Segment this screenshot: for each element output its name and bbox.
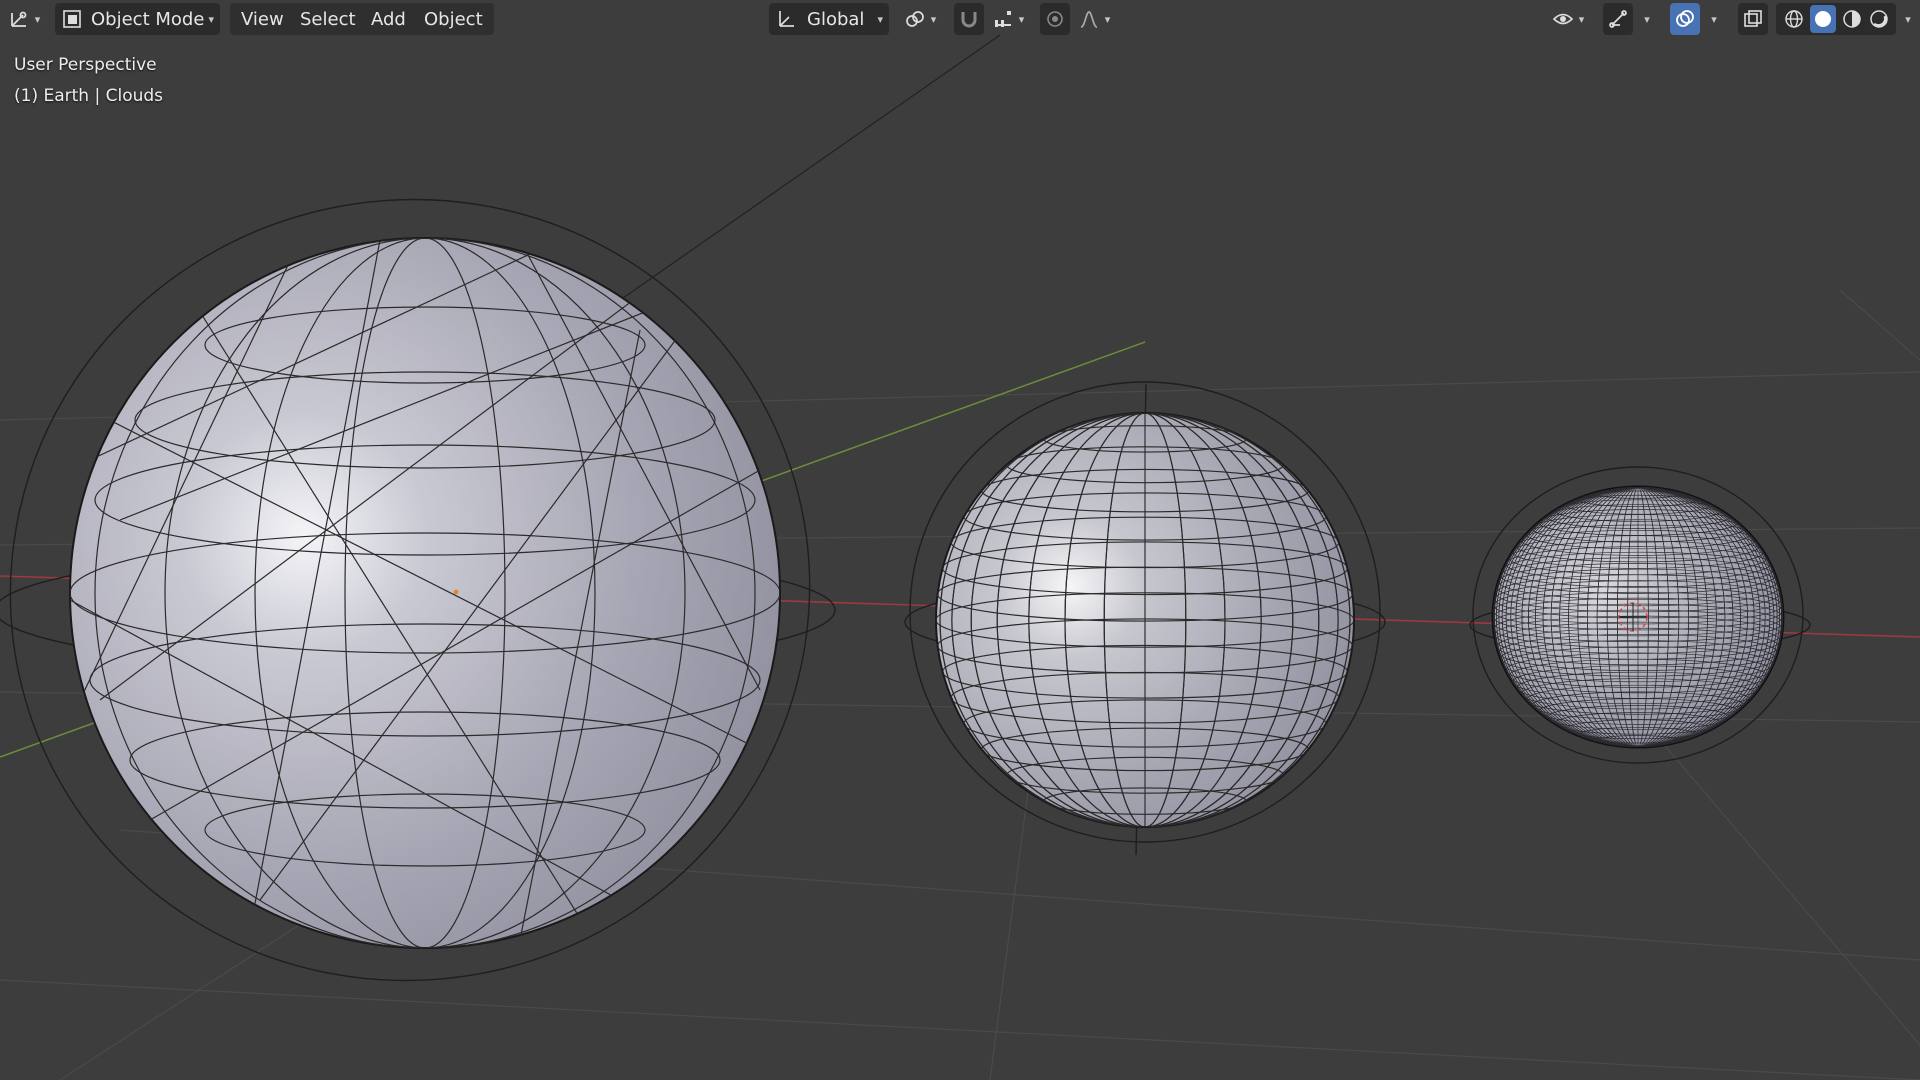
transform-orientation-icon bbox=[775, 8, 797, 30]
object-info: (1) Earth | Clouds bbox=[14, 86, 164, 106]
chevron-down-icon: ▾ bbox=[208, 12, 214, 26]
snap-magnet-icon bbox=[958, 8, 980, 30]
gizmo-icon bbox=[1607, 8, 1629, 30]
pivot-point-icon bbox=[904, 8, 926, 30]
editor-type-icon bbox=[8, 8, 30, 30]
mode-label: Object Mode bbox=[91, 8, 205, 30]
gizmo-dropdown[interactable]: ▾ bbox=[1636, 3, 1658, 35]
overlays-dropdown[interactable]: ▾ bbox=[1703, 3, 1725, 35]
viewport-scene[interactable] bbox=[0, 0, 1920, 1080]
chevron-down-icon: ▾ bbox=[1018, 12, 1025, 26]
viewport-info: User Perspective (1) Earth | Clouds bbox=[14, 50, 163, 112]
proportional-editing-toggle[interactable] bbox=[1040, 3, 1070, 35]
visibility-dropdown[interactable]: ▾ bbox=[1545, 3, 1591, 35]
eye-visibility-icon bbox=[1552, 8, 1574, 30]
sphere-large[interactable] bbox=[69, 237, 781, 950]
sphere-small[interactable] bbox=[1491, 485, 1785, 749]
editor-type-button[interactable]: ▾ bbox=[4, 3, 44, 35]
overlays-toggle[interactable] bbox=[1670, 3, 1700, 35]
overlays-icon bbox=[1674, 8, 1696, 30]
snap-increment-icon bbox=[992, 8, 1014, 30]
chevron-down-icon: ▾ bbox=[1905, 12, 1911, 26]
chevron-down-icon: ▾ bbox=[1711, 12, 1717, 26]
material-preview-shading-icon[interactable] bbox=[1841, 8, 1863, 30]
shading-dropdown[interactable]: ▾ bbox=[1898, 3, 1918, 35]
xray-toggle[interactable] bbox=[1738, 3, 1768, 35]
chevron-down-icon: ▾ bbox=[877, 12, 883, 26]
chevron-down-icon: ▾ bbox=[1104, 12, 1111, 26]
orientation-label: Global bbox=[807, 8, 865, 30]
mode-dropdown[interactable]: Object Mode ▾ bbox=[55, 3, 220, 35]
sphere-medium[interactable] bbox=[935, 412, 1355, 828]
light-direction-line bbox=[579, 34, 1001, 329]
pivot-point-dropdown[interactable]: ▾ bbox=[898, 3, 942, 35]
3d-viewport[interactable]: User Perspective (1) Earth | Clouds ▾ Ob… bbox=[0, 0, 1920, 1080]
solid-shading-icon[interactable] bbox=[1809, 5, 1836, 33]
falloff-curve-icon bbox=[1078, 8, 1100, 30]
menu-object[interactable]: Object bbox=[413, 3, 494, 35]
object-mode-icon bbox=[61, 8, 83, 30]
gizmo-toggle[interactable] bbox=[1603, 3, 1633, 35]
viewport-header: ▾ Object Mode ▾ View Select Add Object G… bbox=[0, 0, 1920, 38]
rendered-shading-icon[interactable] bbox=[1868, 8, 1890, 30]
proportional-editing-icon bbox=[1044, 8, 1066, 30]
chevron-down-icon: ▾ bbox=[1644, 12, 1650, 26]
menu-add[interactable]: Add bbox=[360, 3, 417, 35]
falloff-dropdown[interactable]: ▾ bbox=[1072, 3, 1116, 35]
xray-icon bbox=[1742, 8, 1764, 30]
chevron-down-icon: ▾ bbox=[930, 12, 937, 26]
shading-mode-group bbox=[1776, 3, 1896, 35]
snap-target-dropdown[interactable]: ▾ bbox=[986, 3, 1030, 35]
menu-view[interactable]: View bbox=[230, 3, 295, 35]
chevron-down-icon: ▾ bbox=[34, 12, 41, 26]
wireframe-shading-icon[interactable] bbox=[1783, 8, 1805, 30]
chevron-down-icon: ▾ bbox=[1578, 12, 1585, 26]
transform-orientation-dropdown[interactable]: Global ▾ bbox=[769, 3, 889, 35]
snap-toggle[interactable] bbox=[954, 3, 984, 35]
view-name: User Perspective bbox=[14, 55, 157, 75]
menu-select[interactable]: Select bbox=[289, 3, 367, 35]
